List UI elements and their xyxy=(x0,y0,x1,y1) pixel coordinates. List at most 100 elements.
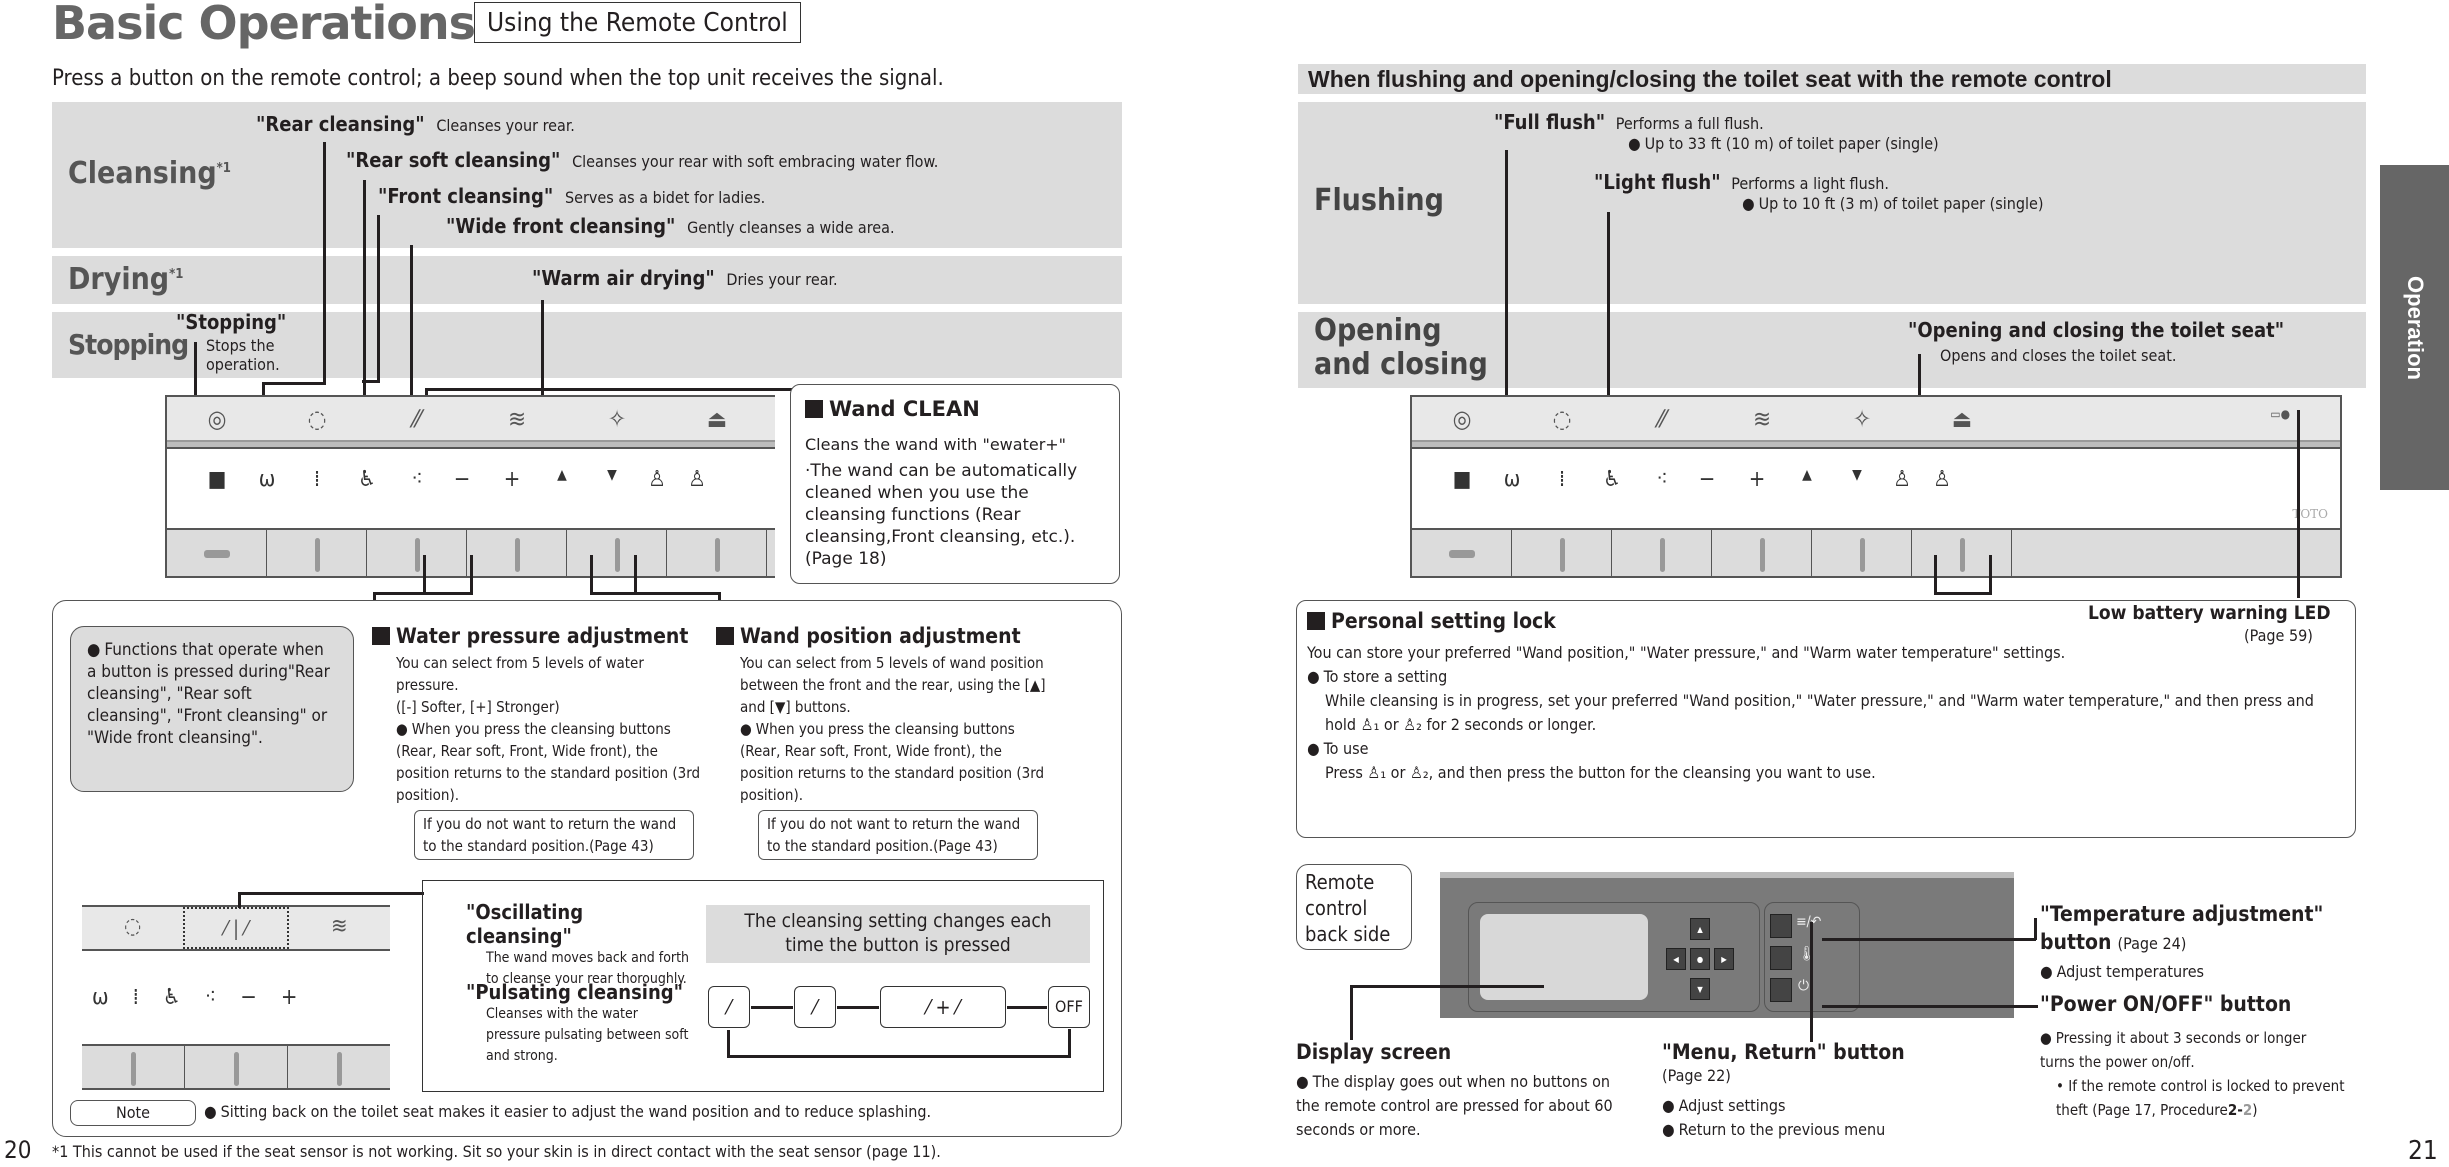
function-stopping-desc: Stops the operation. xyxy=(206,336,280,374)
rear-soft-button-icon[interactable]: ◌ xyxy=(267,399,367,439)
position-button[interactable] xyxy=(567,530,667,576)
position-up-icon: ▲ xyxy=(557,467,567,483)
front-button[interactable] xyxy=(367,530,467,576)
low-battery-title: Low battery warning LED xyxy=(2088,602,2331,624)
light-flush: "Light flush" Performs a light flush. Up… xyxy=(1594,170,2044,213)
user1-icon: ♙₁ xyxy=(1367,763,1387,782)
cycle-step-pulsating: ⁄ xyxy=(794,986,836,1028)
page-number-right: 21 xyxy=(2408,1136,2438,1166)
user2-icon: ♙ xyxy=(1933,467,1951,492)
operation-side-tab[interactable]: Operation xyxy=(2380,165,2449,490)
oscillating-cleansing: "Oscillating cleansing" The wand moves b… xyxy=(466,900,690,987)
wand-position-section: Wand position adjustment You can select … xyxy=(716,624,1046,860)
oscillate-pulsate-button-icon[interactable]: ⁄⁄ xyxy=(367,399,467,439)
stop-button[interactable] xyxy=(167,530,267,576)
menu-return-button[interactable] xyxy=(1770,914,1792,938)
oscillate-pulsate-icon[interactable]: ⁄ | ⁄ xyxy=(183,907,289,949)
function-front-cleansing: "Front cleansing" Serves as a bidet for … xyxy=(378,184,766,208)
position-up-icon: ▲ xyxy=(1802,467,1812,483)
warm-air-icon[interactable]: ≋ xyxy=(289,907,390,949)
user1-icon: ♙ xyxy=(648,467,666,492)
menu-return-page: (Page 22) xyxy=(1662,1066,1731,1085)
ok-button[interactable]: ● xyxy=(1690,948,1710,970)
pressure-button[interactable] xyxy=(1712,530,1812,576)
cycle-caption: The cleansing setting changes each time … xyxy=(706,905,1090,963)
left-button[interactable]: ◀ xyxy=(1666,948,1686,970)
seat-open-close-button-icon[interactable]: ⏏ xyxy=(1912,399,2012,439)
user1-icon: ♙ xyxy=(1893,467,1911,492)
low-battery-led-icon: ▭● xyxy=(2270,407,2290,421)
position-down-icon: ▼ xyxy=(1852,467,1862,483)
function-wide-front-cleansing: "Wide front cleansing" Gently cleanses a… xyxy=(446,214,895,238)
stop-indicator-icon: ■ xyxy=(1452,467,1472,492)
rear-cleansing-button-icon[interactable]: ◎ xyxy=(167,399,267,439)
wand-clean-button-icon[interactable]: ✧ xyxy=(1812,399,1912,439)
rear-button[interactable] xyxy=(267,530,367,576)
right-button[interactable]: ▶ xyxy=(1714,948,1734,970)
user1-icon: ♙₁ xyxy=(1360,715,1380,734)
temperature-button[interactable] xyxy=(1770,946,1792,970)
light-flush-button-icon[interactable]: ◌ xyxy=(1512,399,1612,439)
right-header: When flushing and opening/closing the to… xyxy=(1298,64,2366,94)
opening-label: Opening and closing xyxy=(1314,313,1488,382)
thermometer-icon: 🌡 xyxy=(1798,946,1816,962)
water-pressure-section: Water pressure adjustment You can select… xyxy=(372,624,702,860)
power-icon: ⏻ xyxy=(1798,978,1810,994)
function-stopping: "Stopping" xyxy=(176,310,287,334)
wand-clean-button-icon[interactable]: ✧ xyxy=(567,399,667,439)
intro-text: Press a button on the remote control; a … xyxy=(52,66,944,91)
stop-button[interactable] xyxy=(1412,530,1512,576)
display-screen-title: Display screen xyxy=(1296,1040,1452,1064)
user-button[interactable] xyxy=(1912,530,2012,576)
opening-closing-name: "Opening and closing the toilet seat" xyxy=(1908,318,2285,342)
power-bullet: Pressing it about 3 seconds or longer tu… xyxy=(2040,1026,2340,1074)
warm-air-button-icon[interactable]: ≋ xyxy=(1712,399,1812,439)
down-button[interactable]: ▼ xyxy=(1690,978,1710,1000)
page-subtitle: Using the Remote Control xyxy=(474,2,801,43)
display-screen-desc: The display goes out when no buttons on … xyxy=(1296,1070,1636,1142)
cycle-step-off: OFF xyxy=(1048,986,1090,1028)
wand-clean-box: Wand CLEAN Cleans the wand with "ewater+… xyxy=(790,384,1120,584)
functions-note-box: Functions that operate when a button is … xyxy=(70,626,354,792)
stop-indicator-icon: ■ xyxy=(207,467,227,492)
menu-return-bullet-2: Return to the previous menu xyxy=(1662,1120,1885,1139)
soft-spiral-icon[interactable]: ◌ xyxy=(82,907,183,949)
rear-soft-icon: ⁞ xyxy=(313,467,321,492)
user2-icon: ♙ xyxy=(688,467,706,492)
power-button[interactable] xyxy=(1770,978,1792,1002)
oscillate-pulsate-button-icon[interactable]: ⁄⁄ xyxy=(1612,399,1712,439)
position-button[interactable] xyxy=(1812,530,1912,576)
note-label: Note xyxy=(70,1100,196,1126)
seat-open-close-button-icon[interactable]: ⏏ xyxy=(667,399,767,439)
pressure-button[interactable] xyxy=(467,530,567,576)
rear-wash-icon: ω xyxy=(258,467,276,492)
position-down-icon: ▼ xyxy=(607,467,617,483)
pressure-plus-icon: + xyxy=(1748,467,1766,492)
remote-back-label: Remote control back side xyxy=(1296,864,1412,950)
function-rear-cleansing: "Rear cleansing" Cleanses your rear. xyxy=(256,112,575,136)
front-button[interactable] xyxy=(1612,530,1712,576)
toilet-panel: ◎ ◌ ⁄⁄ ≋ ✧ ⏏ ■ ω ⁞ ♿ ⁖ − + ▲ ▼ ♙ ♙ xyxy=(165,395,775,578)
power-title: "Power ON/OFF" button xyxy=(2040,992,2292,1016)
up-button[interactable]: ▲ xyxy=(1690,918,1710,940)
cleansing-label: Cleansing*1 xyxy=(68,156,231,191)
pressure-plus-icon: + xyxy=(503,467,521,492)
panel-detail-row: ω ⁞ ♿ ⁖ − + xyxy=(92,985,298,1010)
flushing-label: Flushing xyxy=(1314,183,1444,218)
full-flush-button-icon[interactable]: ◎ xyxy=(1412,399,1512,439)
user-button[interactable] xyxy=(667,530,767,576)
function-rear-soft-cleansing: "Rear soft cleansing" Cleanses your rear… xyxy=(346,148,939,172)
front-wash-icon: ♿ xyxy=(1603,467,1621,492)
note-text: Sitting back on the toilet seat makes it… xyxy=(204,1102,931,1121)
page-number-left: 20 xyxy=(4,1136,32,1164)
wide-front-icon: ⁖ xyxy=(1656,467,1668,492)
rear-button[interactable] xyxy=(1512,530,1612,576)
temperature-subtitle: button (Page 24) xyxy=(2040,930,2187,954)
menu-return-icon: ≡/↶ xyxy=(1796,914,1822,930)
personal-setting-lock-box: Personal setting lock You can store your… xyxy=(1296,600,2356,838)
opening-closing-desc: Opens and closes the toilet seat. xyxy=(1940,346,2177,365)
warm-air-button-icon[interactable]: ≋ xyxy=(467,399,567,439)
pressure-minus-icon: − xyxy=(453,467,471,492)
stopping-label: Stopping xyxy=(68,328,189,361)
footnote: *1 This cannot be used if the seat senso… xyxy=(52,1142,941,1161)
